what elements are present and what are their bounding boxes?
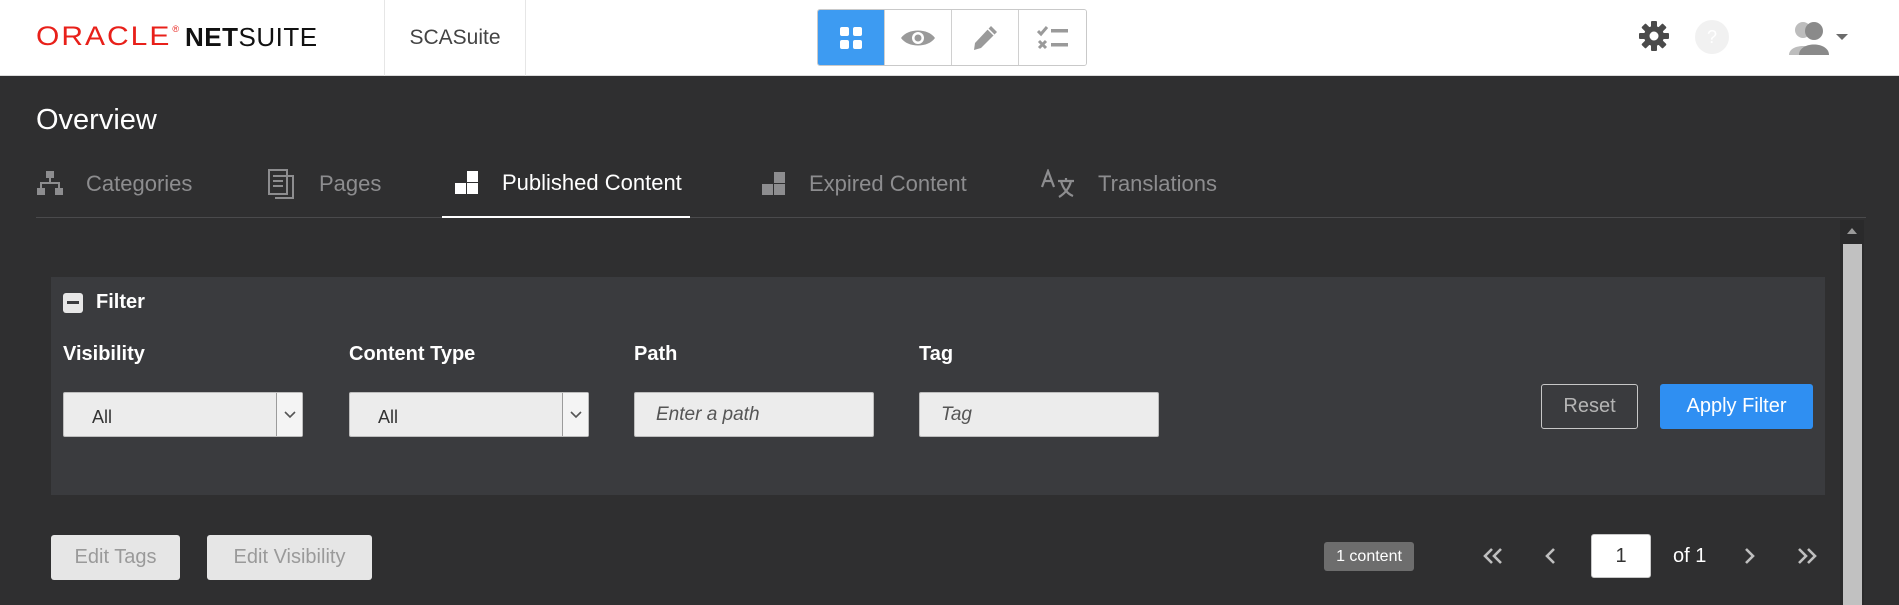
tab-published-content[interactable]: Published Content (442, 150, 690, 218)
edit-mode-button[interactable] (952, 10, 1019, 65)
caret-up-icon (1847, 228, 1857, 234)
current-page-input[interactable]: 1 (1591, 534, 1651, 578)
chevron-down-icon (562, 393, 588, 436)
oracle-netsuite-logo[interactable]: ORACLE ® NET SUITE (36, 20, 318, 52)
last-page-button[interactable] (1792, 544, 1822, 568)
overview-mode-button[interactable] (818, 10, 885, 65)
gear-icon[interactable] (1638, 20, 1670, 52)
double-chevron-left-icon (1483, 548, 1502, 564)
site-name[interactable]: SCASuite (384, 0, 526, 76)
tab-categories-label: Categories (86, 171, 193, 196)
scrollbar-thumb[interactable] (1843, 244, 1862, 605)
filter-header[interactable]: Filter (63, 291, 145, 314)
chevron-left-icon (1545, 548, 1555, 564)
logo-net-text: NET (185, 22, 239, 52)
content-type-label: Content Type (349, 343, 476, 365)
tag-input[interactable] (919, 392, 1159, 437)
logo-suite-text: SUITE (238, 22, 318, 52)
review-mode-button[interactable] (1019, 10, 1086, 65)
visibility-select[interactable]: All (63, 392, 303, 437)
content-type-selected-value: All (378, 407, 399, 427)
pencil-icon (974, 25, 997, 50)
expired-blocks-icon (761, 171, 787, 197)
tab-expired-content-label: Expired Content (809, 171, 967, 196)
tab-translations-label: Translations (1098, 171, 1218, 196)
logo-oracle-text: ORACLE (36, 21, 172, 52)
chevron-down-icon (276, 393, 302, 436)
double-chevron-right-icon (1798, 548, 1817, 564)
pages-icon (267, 168, 297, 200)
tab-pages-label: Pages (319, 171, 382, 196)
edit-visibility-button[interactable]: Edit Visibility (207, 535, 372, 580)
translate-icon (1040, 169, 1076, 199)
chevron-right-icon (1745, 548, 1755, 564)
first-page-button[interactable] (1478, 544, 1508, 568)
visibility-selected-value: All (92, 407, 113, 427)
checklist-icon (1036, 25, 1068, 49)
content-type-select[interactable]: All (349, 392, 589, 437)
filter-panel: Filter Visibility All Content Type All P… (51, 277, 1825, 495)
next-page-button[interactable] (1734, 544, 1764, 568)
content-count-badge: 1 content (1324, 542, 1414, 571)
view-mode-button[interactable] (885, 10, 952, 65)
tab-published-content-label: Published Content (502, 170, 682, 195)
user-menu[interactable] (1789, 18, 1849, 56)
collapse-icon[interactable] (63, 292, 83, 313)
logo-registered-mark: ® (172, 24, 180, 34)
top-header: ORACLE ® NET SUITE SCASuite ? (0, 0, 1899, 76)
mode-switcher (817, 9, 1087, 66)
user-avatar-icon (1789, 22, 1829, 55)
tab-translations[interactable]: Translations (1040, 150, 1217, 218)
page-total-label: of 1 (1673, 545, 1707, 567)
path-input[interactable] (634, 392, 874, 437)
page-title: Overview (36, 104, 157, 136)
eye-icon (901, 30, 935, 45)
grid-icon (840, 26, 862, 49)
tab-expired-content[interactable]: Expired Content (761, 150, 967, 218)
tab-categories[interactable]: Categories (36, 150, 192, 218)
content-tabs: Categories Pages Published Content Expir… (36, 150, 1866, 218)
path-label: Path (634, 343, 678, 365)
visibility-label: Visibility (63, 343, 145, 365)
tab-pages[interactable]: Pages (267, 150, 381, 218)
reset-button[interactable]: Reset (1541, 384, 1638, 429)
sitemap-icon (36, 170, 64, 198)
filter-title: Filter (96, 291, 145, 313)
scroll-up-arrow[interactable] (1840, 220, 1864, 242)
apply-filter-button[interactable]: Apply Filter (1660, 384, 1813, 429)
previous-page-button[interactable] (1536, 544, 1566, 568)
help-icon[interactable]: ? (1695, 20, 1729, 54)
edit-tags-button[interactable]: Edit Tags (51, 535, 180, 580)
published-blocks-icon (454, 170, 480, 196)
tag-label: Tag (919, 343, 954, 365)
chevron-down-icon (1836, 34, 1848, 40)
